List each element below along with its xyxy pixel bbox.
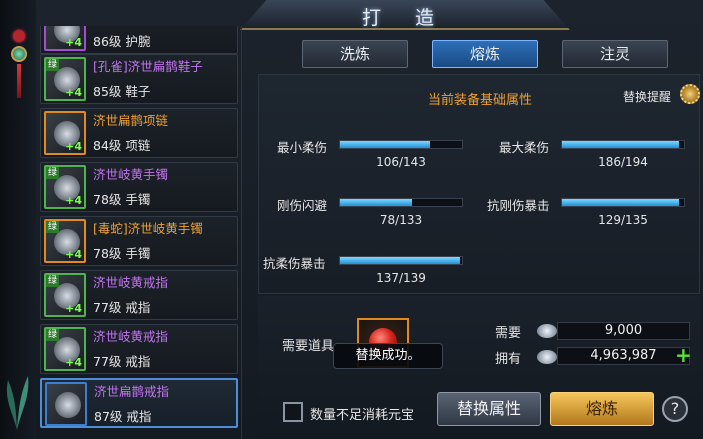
stat-value: 186/194	[598, 155, 648, 169]
equipment-icon: 绿 +4	[44, 165, 86, 209]
stat-label: 刚伤闪避	[277, 198, 328, 213]
item-level: 78级 手镯	[93, 192, 151, 207]
success-toast: 替换成功。	[333, 343, 443, 369]
stat-bar	[339, 198, 463, 207]
item-name: 济世扁鹊戒指	[94, 384, 170, 399]
equipment-item[interactable]: 绿 +4 济世岐黄戒指 77级 戒指	[40, 324, 238, 374]
stat-value: 137/139	[376, 271, 426, 285]
silver-coin-icon	[537, 350, 557, 364]
equipment-item[interactable]: +4 济世扁鹊项链 84级 项链	[40, 108, 238, 158]
need-value: 9,000	[557, 322, 690, 340]
equipment-icon: 绿 +4	[44, 327, 86, 371]
stat-label: 最大柔伤	[499, 140, 550, 155]
need-item-label: 需要道具	[282, 339, 335, 354]
stat-bar	[339, 256, 463, 265]
leaf-decoration-icon	[6, 376, 29, 430]
have-value: 4,963,987	[557, 347, 690, 365]
item-level: 86级 护腕	[93, 34, 151, 49]
tab-smelt[interactable]: 熔炼	[432, 40, 538, 68]
stat-value: 78/133	[379, 213, 423, 227]
item-name: [毒蛇]济世岐黄手镯	[93, 221, 203, 236]
gear-icon[interactable]	[680, 84, 700, 104]
add-currency-button[interactable]: +	[675, 345, 692, 365]
item-name: 济世岐黄手镯	[93, 167, 169, 182]
equipment-icon: 绿 +4	[44, 273, 86, 317]
tab-refine[interactable]: 洗炼	[302, 40, 408, 68]
equipment-list[interactable]: +4 86级 护腕绿 +4 [孔雀]济世扁鹊鞋子 85级 鞋子 +4 济世扁鹊项链 84级 项…	[36, 26, 242, 439]
stat-label: 最小柔伤	[277, 140, 328, 155]
tab-infuse[interactable]: 注灵	[562, 40, 668, 68]
equipment-item[interactable]: 济世扁鹊戒指 87级 戒指	[40, 378, 238, 428]
silver-coin-icon	[537, 324, 557, 338]
item-name: [孔雀]济世扁鹊鞋子	[93, 59, 203, 74]
use-ingot-label: 数量不足消耗元宝	[310, 408, 415, 423]
attribute-panel: 当前装备基础属性 替换提醒 最小柔伤 106/143 最大柔伤 186/194 …	[258, 74, 700, 294]
stat-value: 106/143	[376, 155, 426, 169]
stat-bar	[561, 198, 685, 207]
item-level: 87级 戒指	[94, 409, 152, 424]
help-button[interactable]: ?	[662, 396, 688, 422]
equipment-icon: +4	[44, 26, 86, 51]
equipment-item[interactable]: 绿 +4 济世岐黄手镯 78级 手镯	[40, 162, 238, 212]
item-level: 85级 鞋子	[93, 84, 151, 99]
smelt-button[interactable]: 熔炼	[550, 392, 654, 426]
equipment-icon: 绿 +4	[44, 57, 86, 101]
jade-tassel-icon	[10, 30, 28, 100]
equipment-item[interactable]: 绿 +4 [毒蛇]济世岐黄手镯 78级 手镯	[40, 216, 238, 266]
item-name: 济世岐黄戒指	[93, 329, 169, 344]
equipment-item[interactable]: +4 86级 护腕	[40, 26, 238, 54]
item-level: 78级 手镯	[93, 246, 151, 261]
swap-reminder-label: 替换提醒	[623, 90, 672, 104]
use-ingot-checkbox[interactable]	[283, 402, 303, 422]
stat-value: 129/135	[598, 213, 648, 227]
equipment-item[interactable]: 绿 +4 [孔雀]济世扁鹊鞋子 85级 鞋子	[40, 54, 238, 104]
stat-bar	[339, 140, 463, 149]
left-decoration	[0, 0, 36, 439]
item-level: 77级 戒指	[93, 354, 151, 369]
window-title: 打 造	[361, 7, 449, 29]
item-level: 77级 戒指	[93, 300, 151, 315]
stat-label: 抗柔伤暴击	[263, 256, 326, 271]
equipment-item[interactable]: 绿 +4 济世岐黄戒指 77级 戒指	[40, 270, 238, 320]
have-label: 拥有	[495, 352, 522, 367]
item-name: 济世岐黄戒指	[93, 275, 169, 290]
item-level: 84级 项链	[93, 138, 151, 153]
equipment-icon: 绿 +4	[44, 219, 86, 263]
item-name: 济世扁鹊项链	[93, 113, 169, 128]
stat-label: 抗刚伤暴击	[487, 198, 550, 213]
need-label: 需要	[495, 326, 522, 341]
equipment-icon: +4	[44, 111, 86, 155]
swap-attributes-button[interactable]: 替换属性	[437, 392, 541, 426]
equipment-icon	[45, 382, 87, 426]
stat-bar	[561, 140, 685, 149]
